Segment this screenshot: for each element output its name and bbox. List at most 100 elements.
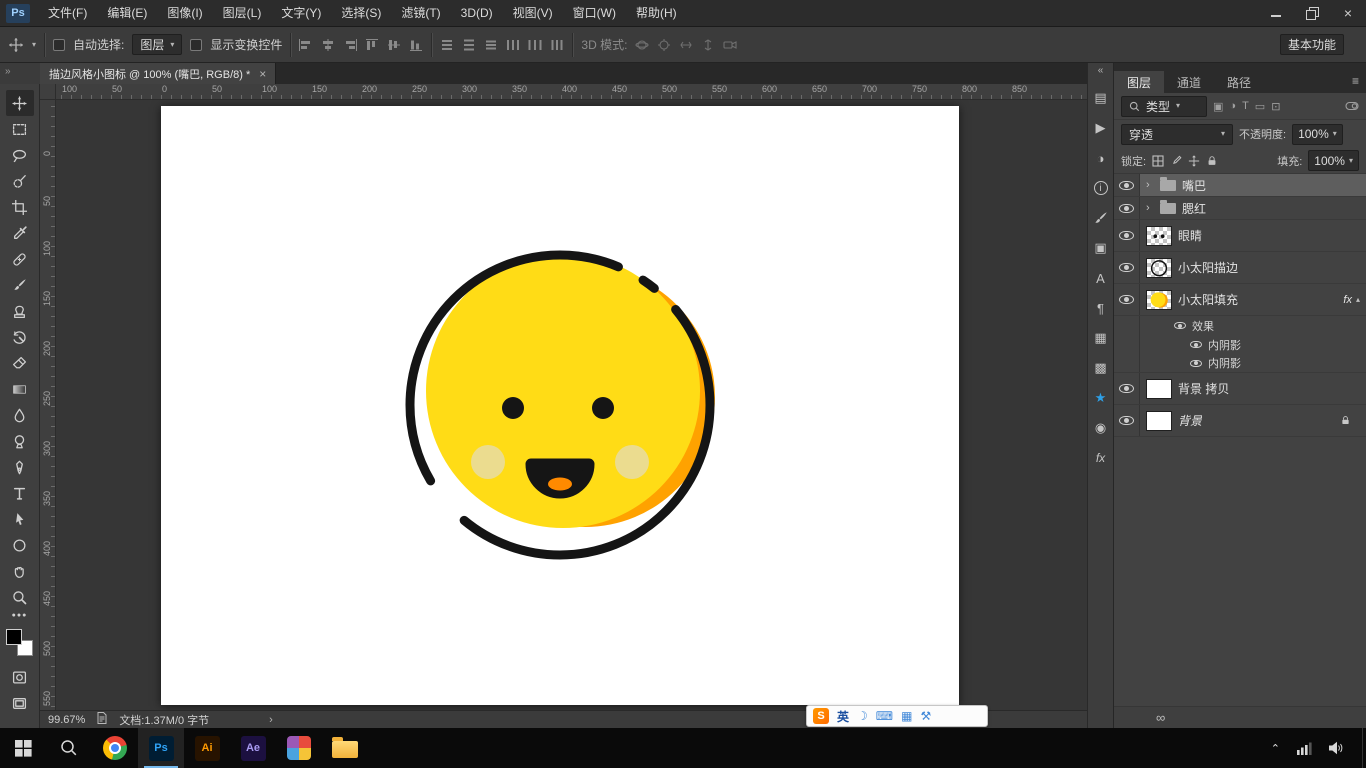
hand-tool[interactable]	[6, 558, 34, 584]
edit-toolbar-icon[interactable]: ●●●	[12, 612, 28, 619]
align-left-edges-icon[interactable]	[299, 38, 313, 51]
menu-item-9[interactable]: 窗口(W)	[563, 0, 626, 27]
rectangular-marquee-tool[interactable]	[6, 116, 34, 142]
tools-panel-collapse[interactable]: »	[0, 63, 40, 84]
layer-name[interactable]: 腮红	[1182, 200, 1206, 217]
lasso-tool[interactable]	[6, 142, 34, 168]
ime-toolbox-icon[interactable]: ⚒	[920, 710, 931, 722]
align-bottom-edges-icon[interactable]	[409, 39, 423, 51]
align-vertical-centers-icon[interactable]	[387, 39, 401, 51]
start-button[interactable]	[0, 728, 46, 768]
close-tab-icon[interactable]: ×	[259, 67, 266, 81]
move-tool-preset-icon[interactable]	[8, 37, 24, 53]
ime-language-toggle[interactable]: 英	[837, 708, 849, 725]
filter-pixel-layers-icon[interactable]: ▣	[1213, 100, 1223, 113]
menu-item-2[interactable]: 图像(I)	[157, 0, 212, 27]
properties-panel-icon[interactable]: ▤	[1089, 87, 1113, 109]
patterns-panel-icon[interactable]: ▩	[1089, 357, 1113, 379]
zoom-tool[interactable]	[6, 584, 34, 610]
visibility-toggle[interactable]	[1114, 252, 1140, 283]
layer-row-blush-group[interactable]: › 腮红	[1114, 197, 1366, 220]
distribute-left-edges-icon[interactable]	[506, 39, 520, 51]
layer-thumbnail[interactable]	[1146, 289, 1172, 310]
align-top-edges-icon[interactable]	[365, 38, 379, 51]
effect-visibility-toggle[interactable]	[1190, 359, 1202, 367]
taskbar-aftereffects-button[interactable]: Ae	[230, 728, 276, 768]
taskbar-chrome-button[interactable]	[92, 728, 138, 768]
crop-tool[interactable]	[6, 194, 34, 220]
layer-effects-badge[interactable]: fx ▴	[1343, 294, 1360, 306]
brush-settings-panel-icon[interactable]	[1089, 207, 1113, 229]
lock-position-icon[interactable]	[1188, 155, 1200, 167]
visibility-toggle[interactable]	[1114, 284, 1140, 315]
tab-paths[interactable]: 路径	[1214, 71, 1264, 93]
layer-name[interactable]: 小太阳描边	[1178, 259, 1238, 276]
layer-row-background-copy[interactable]: 背景 拷贝	[1114, 373, 1366, 405]
path-selection-tool[interactable]	[6, 506, 34, 532]
lock-image-pixels-icon[interactable]	[1170, 155, 1182, 167]
3d-drag-icon[interactable]	[679, 38, 693, 52]
layer-name[interactable]: 眼睛	[1178, 227, 1202, 244]
filter-type-layers-icon[interactable]: T	[1242, 100, 1249, 112]
adjustments-panel-icon[interactable]: ◑	[1089, 147, 1113, 169]
ime-fullwidth-moon-icon[interactable]: ☽	[857, 710, 868, 722]
sogou-logo-icon[interactable]: S	[813, 708, 829, 724]
layer-row-mouth-group[interactable]: › 嘴巴	[1114, 174, 1366, 197]
swatches-panel-icon[interactable]: ▦	[1089, 327, 1113, 349]
character-panel-icon[interactable]: A	[1089, 267, 1113, 289]
layer-name[interactable]: 背景	[1178, 412, 1202, 429]
screen-mode-icon[interactable]	[6, 690, 34, 716]
show-desktop-button[interactable]	[1362, 728, 1366, 768]
eyedropper-tool[interactable]	[6, 220, 34, 246]
actions-panel-icon[interactable]: ▶	[1089, 117, 1113, 139]
gradient-tool[interactable]	[6, 376, 34, 402]
layer-thumbnail[interactable]	[1146, 378, 1172, 399]
collapse-dock-icon[interactable]: «	[1098, 65, 1104, 79]
menu-item-5[interactable]: 选择(S)	[331, 0, 391, 27]
search-button[interactable]	[46, 728, 92, 768]
menu-item-8[interactable]: 视图(V)	[503, 0, 563, 27]
tab-layers[interactable]: 图层	[1114, 71, 1165, 93]
layer-name[interactable]: 小太阳填充	[1178, 291, 1238, 308]
ime-keyboard-icon[interactable]: ⌨	[876, 710, 893, 722]
horizontal-ruler[interactable]: 100 50 0 50 100 150 200 250 300 350 400 450 500 550 60…	[56, 84, 1087, 100]
effects-visibility-toggle[interactable]	[1174, 322, 1186, 329]
lock-transparent-pixels-icon[interactable]	[1152, 154, 1164, 167]
collapse-effects-icon[interactable]: ▴	[1356, 295, 1360, 304]
layer-name[interactable]: 嘴巴	[1182, 177, 1206, 194]
distribute-top-edges-icon[interactable]	[440, 39, 454, 51]
menu-item-7[interactable]: 3D(D)	[451, 0, 503, 27]
tab-channels[interactable]: 通道	[1164, 71, 1214, 93]
tray-expand-icon[interactable]: ⌃	[1271, 742, 1280, 755]
dodge-tool[interactable]	[6, 428, 34, 454]
visibility-toggle[interactable]	[1114, 373, 1140, 404]
3d-rotate-icon[interactable]	[635, 38, 649, 52]
document-tab[interactable]: 描边风格小图标 @ 100% (嘴巴, RGB/8) * ×	[40, 63, 277, 84]
distribute-right-edges-icon[interactable]	[550, 39, 564, 51]
align-horizontal-centers-icon[interactable]	[321, 38, 335, 51]
foreground-color-swatch[interactable]	[6, 629, 22, 645]
minimize-button[interactable]	[1258, 0, 1294, 26]
3d-roll-icon[interactable]	[657, 38, 671, 52]
layer-row-background[interactable]: 背景	[1114, 405, 1366, 437]
layer-thumbnail[interactable]	[1146, 410, 1172, 431]
taskbar-illustrator-button[interactable]: Ai	[184, 728, 230, 768]
effect-visibility-toggle[interactable]	[1190, 341, 1202, 348]
menu-item-10[interactable]: 帮助(H)	[626, 0, 687, 27]
blur-tool[interactable]	[6, 402, 34, 428]
clone-source-panel-icon[interactable]: ▣	[1089, 237, 1113, 259]
status-menu-chevron-icon[interactable]: ›	[269, 714, 273, 726]
vertical-ruler[interactable]: 0 50 100 150 200 250 300 350 400 450 500 550	[40, 100, 56, 710]
distribute-bottom-edges-icon[interactable]	[484, 39, 498, 51]
styles-panel-icon[interactable]: fx	[1089, 447, 1113, 469]
quick-mask-icon[interactable]	[6, 664, 34, 690]
libraries-panel-icon[interactable]: ★	[1089, 387, 1113, 409]
blend-mode-dropdown[interactable]: 穿透 ▾	[1121, 123, 1233, 145]
expand-group-icon[interactable]: ›	[1146, 179, 1154, 191]
menu-item-4[interactable]: 文字(Y)	[271, 0, 331, 27]
layer-filter-toggle-icon[interactable]	[1345, 101, 1359, 111]
layer-thumbnail[interactable]	[1146, 225, 1172, 246]
restore-button[interactable]	[1294, 0, 1330, 26]
opacity-field[interactable]: 100% ▾	[1292, 123, 1343, 145]
history-brush-tool[interactable]	[6, 324, 34, 350]
